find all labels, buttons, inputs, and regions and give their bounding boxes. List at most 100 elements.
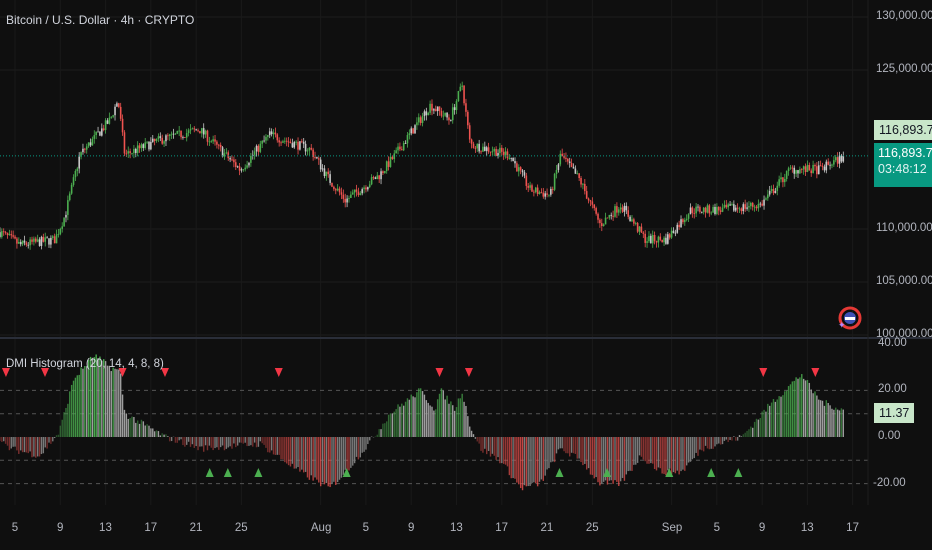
histogram-bar bbox=[523, 437, 526, 486]
histogram-bar bbox=[310, 437, 312, 476]
candle bbox=[816, 166, 818, 175]
last-price-tag: 116,893.75 03:48:12 bbox=[874, 143, 932, 187]
histogram-bar bbox=[508, 437, 511, 476]
histogram-bar bbox=[110, 371, 112, 437]
histogram-bar bbox=[765, 411, 767, 437]
symbol-title[interactable]: Bitcoin / U.S. Dollar · 4h · CRYPTO bbox=[6, 13, 194, 27]
histogram-bar bbox=[825, 400, 828, 437]
histogram-bar bbox=[199, 437, 201, 447]
histogram-bar bbox=[580, 437, 582, 463]
histogram-bar bbox=[625, 437, 628, 475]
candle bbox=[804, 166, 807, 172]
histogram-bar bbox=[633, 437, 635, 465]
candle bbox=[710, 212, 713, 214]
candle bbox=[191, 128, 194, 130]
candle bbox=[442, 115, 445, 117]
candle bbox=[538, 192, 541, 194]
candle bbox=[623, 205, 626, 212]
candle bbox=[689, 207, 692, 215]
histogram-bar bbox=[167, 436, 169, 437]
candle bbox=[338, 188, 341, 193]
candle bbox=[148, 141, 150, 150]
candle bbox=[697, 206, 699, 208]
candle bbox=[755, 206, 758, 209]
histogram-bar bbox=[487, 437, 490, 451]
histogram-bar bbox=[725, 437, 728, 440]
candle bbox=[684, 219, 686, 223]
candle bbox=[840, 155, 843, 162]
candle bbox=[63, 217, 65, 227]
candle bbox=[399, 146, 401, 150]
candle bbox=[161, 137, 163, 144]
histogram-bar bbox=[342, 437, 345, 475]
histogram-bar bbox=[584, 437, 586, 464]
candle bbox=[2, 231, 5, 233]
candle bbox=[208, 141, 211, 143]
histogram-bar bbox=[318, 437, 320, 483]
candle bbox=[578, 173, 580, 178]
histogram-bar bbox=[836, 409, 839, 437]
histogram-bar bbox=[582, 437, 584, 466]
candle bbox=[482, 146, 484, 152]
histogram-bar bbox=[265, 437, 267, 448]
histogram-bar bbox=[421, 391, 424, 437]
histogram-bar bbox=[346, 437, 348, 471]
histogram-bar bbox=[412, 396, 414, 437]
histogram-bar bbox=[506, 437, 509, 467]
candle bbox=[600, 223, 603, 227]
candle bbox=[293, 142, 296, 148]
candle bbox=[599, 219, 601, 224]
price-tick-label: 130,000.00 bbox=[876, 10, 932, 22]
candle bbox=[448, 117, 450, 121]
histogram-bar bbox=[793, 380, 795, 437]
candle bbox=[268, 131, 271, 136]
histogram-bar bbox=[521, 437, 524, 491]
sell-signal-marker bbox=[464, 368, 473, 377]
price-tick-label: 110,000.00 bbox=[876, 222, 932, 234]
tradingview-logo-icon[interactable]: ✦ bbox=[838, 306, 862, 330]
histogram-bar bbox=[719, 437, 722, 445]
indicator-tick-label: 40.00 bbox=[878, 336, 907, 349]
candle bbox=[644, 233, 646, 243]
histogram-bar bbox=[46, 437, 48, 449]
candle bbox=[529, 185, 531, 188]
histogram-bar bbox=[682, 437, 684, 470]
candle bbox=[651, 235, 654, 244]
histogram-bar bbox=[752, 427, 754, 437]
candle bbox=[368, 184, 371, 188]
candle bbox=[331, 182, 333, 187]
candle bbox=[500, 147, 503, 152]
histogram-bar bbox=[740, 436, 743, 437]
histogram-bar bbox=[761, 411, 763, 437]
histogram-bar bbox=[589, 437, 592, 475]
candle bbox=[89, 142, 92, 146]
candle bbox=[604, 217, 607, 225]
histogram-bar bbox=[329, 437, 331, 488]
histogram-bar bbox=[812, 393, 814, 437]
histogram-bar bbox=[314, 437, 316, 478]
candle bbox=[436, 106, 439, 112]
candle bbox=[57, 234, 60, 235]
histogram-bar bbox=[529, 437, 531, 486]
histogram-bar bbox=[418, 388, 420, 437]
histogram-bar bbox=[204, 437, 207, 446]
candle bbox=[51, 236, 54, 238]
indicator-title[interactable]: DMI Histogram (20, 14, 4, 8, 8) bbox=[6, 358, 164, 370]
histogram-bar bbox=[489, 437, 492, 457]
price-tick-label: 125,000.00 bbox=[876, 63, 932, 75]
histogram-bar bbox=[557, 437, 560, 450]
candle bbox=[470, 139, 473, 144]
candle bbox=[201, 128, 203, 134]
candle bbox=[467, 111, 469, 126]
candle bbox=[289, 141, 292, 144]
histogram-bar bbox=[1, 437, 3, 442]
histogram-bar bbox=[148, 425, 150, 437]
chart-canvas[interactable]: ✦ bbox=[0, 0, 932, 550]
candle bbox=[182, 137, 184, 138]
histogram-bar bbox=[442, 390, 445, 437]
histogram-bar bbox=[227, 437, 229, 448]
histogram-bar bbox=[291, 437, 294, 464]
candle bbox=[42, 236, 45, 242]
candle bbox=[584, 183, 586, 192]
histogram-bar bbox=[280, 437, 282, 460]
